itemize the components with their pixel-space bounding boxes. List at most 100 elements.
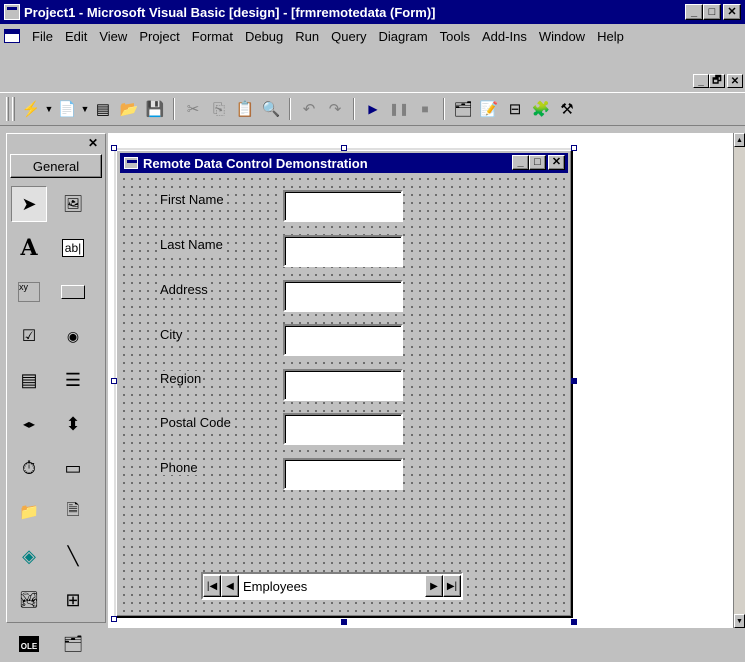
last-name-field[interactable] [283,235,403,267]
menu-edit[interactable]: Edit [59,29,93,44]
label-tool-icon[interactable]: A [11,230,47,266]
scroll-up-icon[interactable]: ▲ [734,133,745,147]
picturebox-tool-icon[interactable]: 🖼 [55,186,91,222]
move-previous-icon[interactable]: ◀ [221,575,239,597]
menu-tools[interactable]: Tools [434,29,476,44]
sizing-handle[interactable] [341,619,347,625]
menu-editor-icon[interactable]: ▤ [91,97,115,121]
break-icon[interactable]: ❚❚ [387,97,411,121]
toolbox-general-tab[interactable]: General [10,154,102,178]
remote-data-tool-icon[interactable]: 🗂 [55,626,91,662]
sizing-handle[interactable] [111,145,117,151]
image-tool-icon[interactable]: 🏞 [11,582,47,618]
save-icon[interactable]: 💾 [143,97,167,121]
mdi-close-button[interactable]: ✕ [727,74,743,88]
ole-tool-icon[interactable]: OLE [11,626,47,662]
region-field[interactable] [283,369,403,401]
menu-diagram[interactable]: Diagram [373,29,434,44]
add-form-dropdown-icon[interactable]: ▼ [80,104,90,114]
menu-view[interactable]: View [93,29,133,44]
menu-query[interactable]: Query [325,29,372,44]
address-field[interactable] [283,280,403,312]
move-next-icon[interactable]: ▶ [425,575,443,597]
paste-icon[interactable]: 📋 [233,97,257,121]
mdi-restore-button[interactable]: 🗗 [709,74,725,88]
vb-app-icon[interactable] [4,4,20,20]
city-field[interactable] [283,324,403,356]
toolbar-grip-2[interactable] [12,97,15,121]
move-first-icon[interactable]: |◀ [203,575,221,597]
close-button[interactable]: ✕ [723,4,741,20]
menu-addins[interactable]: Add-Ins [476,29,533,44]
start-icon[interactable]: ▶ [361,97,385,121]
toolbox-icon[interactable]: ⚒ [555,97,579,121]
toolbox-tools: ➤ 🖼 A ab| xy ☑ ◉ ▤ ☰ ◂▸ ⬍ ⏱ ▭ 📁 🗎 ◈ ╲ 🏞 … [11,186,103,662]
mdi-minimize-button[interactable]: _ [693,74,709,88]
phone-field[interactable] [283,458,403,490]
frame-tool-icon[interactable]: xy [11,274,47,310]
maximize-button[interactable]: □ [703,4,721,20]
menu-help[interactable]: Help [591,29,630,44]
redo-icon[interactable]: ↷ [323,97,347,121]
menu-window[interactable]: Window [533,29,591,44]
end-icon[interactable]: ■ [413,97,437,121]
sizing-handle[interactable] [571,145,577,151]
form-minimize-button[interactable]: _ [512,155,529,170]
form-maximize-button[interactable]: □ [529,155,546,170]
commandbutton-tool-icon[interactable] [55,274,91,310]
add-project-dropdown-icon[interactable]: ▼ [44,104,54,114]
object-browser-icon[interactable]: 🧩 [529,97,553,121]
form-system-menu-icon[interactable] [4,29,20,43]
vscrollbar-tool-icon[interactable]: ⬍ [55,406,91,442]
sizing-handle[interactable] [571,378,577,384]
first-name-field[interactable] [283,190,403,222]
properties-window-icon[interactable]: 📝 [477,97,501,121]
menu-debug[interactable]: Debug [239,29,289,44]
add-project-icon[interactable]: ⚡ [19,97,43,121]
scroll-down-icon[interactable]: ▼ [734,614,745,628]
toolbox-close-button[interactable]: ✕ [85,136,101,150]
listbox-tool-icon[interactable]: ☰ [55,362,91,398]
sizing-handle[interactable] [111,378,117,384]
sizing-handle[interactable] [111,616,117,622]
timer-tool-icon[interactable]: ⏱ [11,450,47,486]
sizing-handle[interactable] [571,619,577,625]
sizing-handle[interactable] [341,145,347,151]
open-icon[interactable]: 📂 [117,97,141,121]
form-close-button[interactable]: ✕ [548,155,565,170]
filelistbox-tool-icon[interactable]: 🗎 [55,494,91,530]
form-icon [124,157,138,169]
add-form-icon[interactable]: 📄 [55,97,79,121]
checkbox-tool-icon[interactable]: ☑ [11,318,47,354]
shape-tool-icon[interactable]: ◈ [11,538,47,574]
combobox-tool-icon[interactable]: ▤ [11,362,47,398]
form-layout-icon[interactable]: ⊟ [503,97,527,121]
postal-code-field[interactable] [283,413,403,445]
menu-run[interactable]: Run [289,29,325,44]
remote-data-control[interactable]: |◀ ◀ Employees ▶ ▶| [201,572,463,600]
line-tool-icon[interactable]: ╲ [55,538,91,574]
toolbar-grip[interactable] [6,97,9,121]
menu-project[interactable]: Project [133,29,185,44]
mdi-child-buttons: _ 🗗 ✕ [693,74,743,88]
dirlistbox-tool-icon[interactable]: 📁 [11,494,47,530]
drivelistbox-tool-icon[interactable]: ▭ [55,450,91,486]
move-last-icon[interactable]: ▶| [443,575,461,597]
pointer-tool-icon[interactable]: ➤ [11,186,47,222]
data-tool-icon[interactable]: ⊞ [55,582,91,618]
hscrollbar-tool-icon[interactable]: ◂▸ [11,406,47,442]
undo-icon[interactable]: ↶ [297,97,321,121]
menu-format[interactable]: Format [186,29,239,44]
project-explorer-icon[interactable]: 🗂 [451,97,475,121]
textbox-tool-icon[interactable]: ab| [55,230,91,266]
cut-icon[interactable]: ✂ [181,97,205,121]
form-title-bar[interactable]: Remote Data Control Demonstration _ □ ✕ [120,153,568,173]
optionbutton-tool-icon[interactable]: ◉ [55,318,91,354]
minimize-button[interactable]: _ [685,4,703,20]
designer-vertical-scrollbar[interactable]: ▲ ▼ [733,133,745,628]
copy-icon[interactable]: ⎘ [207,97,231,121]
main-title-bar[interactable]: Project1 - Microsoft Visual Basic [desig… [0,0,745,24]
frame-tool-glyph: xy [18,282,40,302]
menu-file[interactable]: File [26,29,59,44]
find-icon[interactable]: 🔍 [259,97,283,121]
